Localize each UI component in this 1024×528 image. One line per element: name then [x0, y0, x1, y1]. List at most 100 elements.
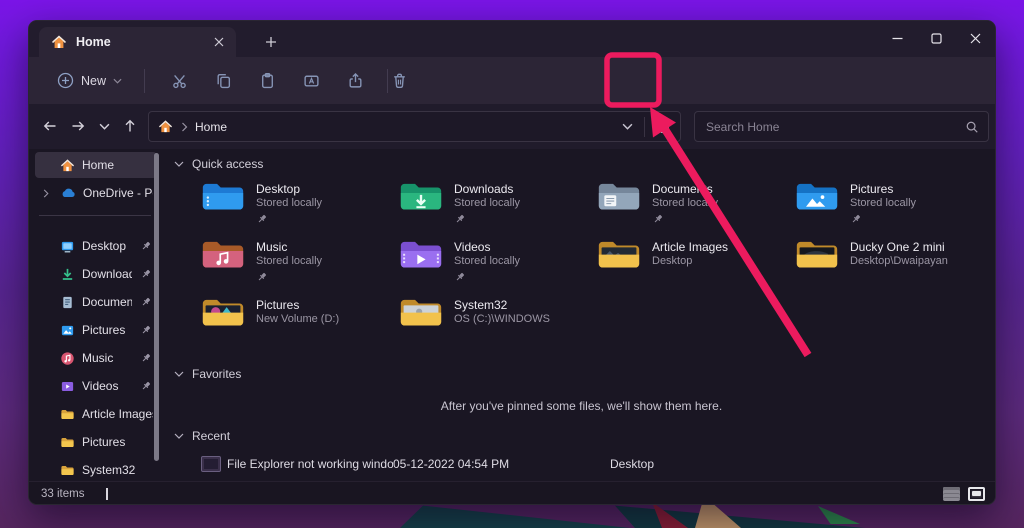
tile-ducky-one-2-mini[interactable]: Ducky One 2 mini Desktop\Dwaipayan [795, 235, 993, 293]
documents-icon [60, 295, 75, 310]
new-tab-button[interactable] [259, 31, 283, 53]
rename-button[interactable] [291, 65, 331, 97]
sidebar-item-desktop[interactable]: Desktop [35, 233, 157, 259]
sidebar-item-downloads[interactable]: Downloads [35, 261, 157, 287]
tile-desktop[interactable]: Desktop Stored locally [201, 177, 399, 235]
pin-icon [454, 271, 466, 283]
search-icon [965, 120, 979, 134]
sidebar-scrollbar[interactable] [154, 153, 159, 461]
sidebar-item-home[interactable]: Home [35, 152, 157, 178]
section-favorites[interactable]: Favorites [174, 367, 241, 381]
pin-icon [652, 213, 664, 225]
tile-name: Videos [454, 240, 520, 254]
file-explorer-window: Home [28, 20, 996, 505]
tile-detail: New Volume (D:) [256, 313, 339, 325]
toolbar-divider [144, 69, 145, 93]
tile-pictures-d[interactable]: Pictures New Volume (D:) [201, 293, 399, 351]
pin-icon [454, 213, 466, 225]
music-icon [60, 351, 75, 366]
sidebar-item-music[interactable]: Music [35, 345, 157, 371]
forward-button[interactable] [65, 112, 91, 140]
arrow-right-icon [70, 118, 86, 134]
address-dropdown-button[interactable] [616, 119, 639, 134]
tile-documents[interactable]: Documents Stored locally [597, 177, 795, 235]
tile-detail: Stored locally [850, 197, 916, 209]
pin-icon [140, 352, 152, 364]
cut-button[interactable] [159, 65, 199, 97]
sidebar-item-onedrive[interactable]: OneDrive - Perso [35, 180, 157, 206]
chevron-down-icon[interactable] [174, 433, 184, 439]
chevron-right-icon[interactable] [43, 189, 49, 198]
section-label: Favorites [192, 367, 241, 381]
details-view-button[interactable] [943, 487, 960, 501]
breadcrumb-bar[interactable]: Home [148, 111, 681, 142]
status-bar: 33 items [29, 481, 995, 505]
chevron-down-icon[interactable] [174, 371, 184, 377]
pin-icon [140, 240, 152, 252]
tile-detail: Stored locally [256, 255, 322, 267]
section-label: Recent [192, 429, 230, 443]
onedrive-cloud-icon [60, 185, 76, 201]
minimize-button[interactable] [878, 23, 917, 53]
toolbar-divider [387, 69, 388, 93]
close-button[interactable] [956, 23, 995, 53]
large-icons-view-button[interactable] [968, 487, 985, 501]
tab-close-button[interactable] [210, 33, 228, 51]
tile-name: Downloads [454, 182, 520, 196]
delete-button[interactable] [379, 65, 419, 97]
videos-icon [60, 379, 75, 394]
tab-title: Home [76, 35, 201, 49]
tile-name: Music [256, 240, 322, 254]
plus-icon [265, 36, 277, 48]
chevron-down-icon [622, 123, 633, 130]
sidebar-item-system32[interactable]: System32 [35, 457, 157, 483]
folder-videos-icon [399, 238, 443, 275]
tile-article-images[interactable]: Article Images Desktop [597, 235, 795, 293]
chevron-down-icon [99, 123, 110, 130]
breadcrumb-item-home[interactable]: Home [195, 120, 227, 134]
chevron-down-icon [113, 78, 122, 84]
cut-icon [171, 72, 188, 89]
chevron-down-icon[interactable] [174, 161, 184, 167]
sidebar-item-pictures[interactable]: Pictures [35, 317, 157, 343]
copy-button[interactable] [203, 65, 243, 97]
tile-system32[interactable]: System32 OS (C:)\WINDOWS [399, 293, 597, 351]
sidebar-item-videos[interactable]: Videos [35, 373, 157, 399]
maximize-button[interactable] [917, 23, 956, 53]
tile-videos[interactable]: Videos Stored locally [399, 235, 597, 293]
items-count: 33 items [41, 488, 84, 500]
search-bar[interactable] [694, 111, 989, 142]
folder-media-icon [399, 296, 443, 333]
sidebar-item-label: Article Images [82, 407, 153, 421]
sidebar-item-pictures-folder[interactable]: Pictures [35, 429, 157, 455]
title-bar[interactable]: Home [29, 21, 995, 57]
file-thumbnail [201, 456, 221, 472]
sidebar-item-article-images[interactable]: Article Images [35, 401, 157, 427]
up-button[interactable] [117, 112, 143, 140]
back-button[interactable] [37, 112, 63, 140]
quick-access-grid: Desktop Stored locally [201, 177, 993, 351]
recent-file-row[interactable]: File Explorer not working windows explor… [201, 453, 981, 475]
tile-music[interactable]: Music Stored locally [201, 235, 399, 293]
pin-icon [140, 296, 152, 308]
tile-name: Documents [652, 182, 718, 196]
section-quick-access[interactable]: Quick access [174, 157, 263, 171]
paste-button[interactable] [247, 65, 287, 97]
tab-home[interactable]: Home [39, 27, 236, 57]
tile-pictures[interactable]: Pictures Stored locally [795, 177, 993, 235]
tile-downloads[interactable]: Downloads Stored locally [399, 177, 597, 235]
share-button[interactable] [335, 65, 375, 97]
new-button[interactable]: New [49, 66, 130, 95]
pin-icon [850, 213, 862, 225]
refresh-button[interactable] [650, 116, 676, 138]
section-recent[interactable]: Recent [174, 429, 230, 443]
status-caret [106, 488, 108, 500]
search-input[interactable] [704, 119, 965, 135]
home-icon [158, 119, 173, 134]
recent-locations-button[interactable] [91, 112, 117, 140]
sidebar-item-label: Music [82, 351, 132, 365]
maximize-icon [931, 33, 942, 44]
home-icon [51, 34, 67, 50]
window-controls [878, 23, 995, 55]
sidebar-item-documents[interactable]: Documents [35, 289, 157, 315]
